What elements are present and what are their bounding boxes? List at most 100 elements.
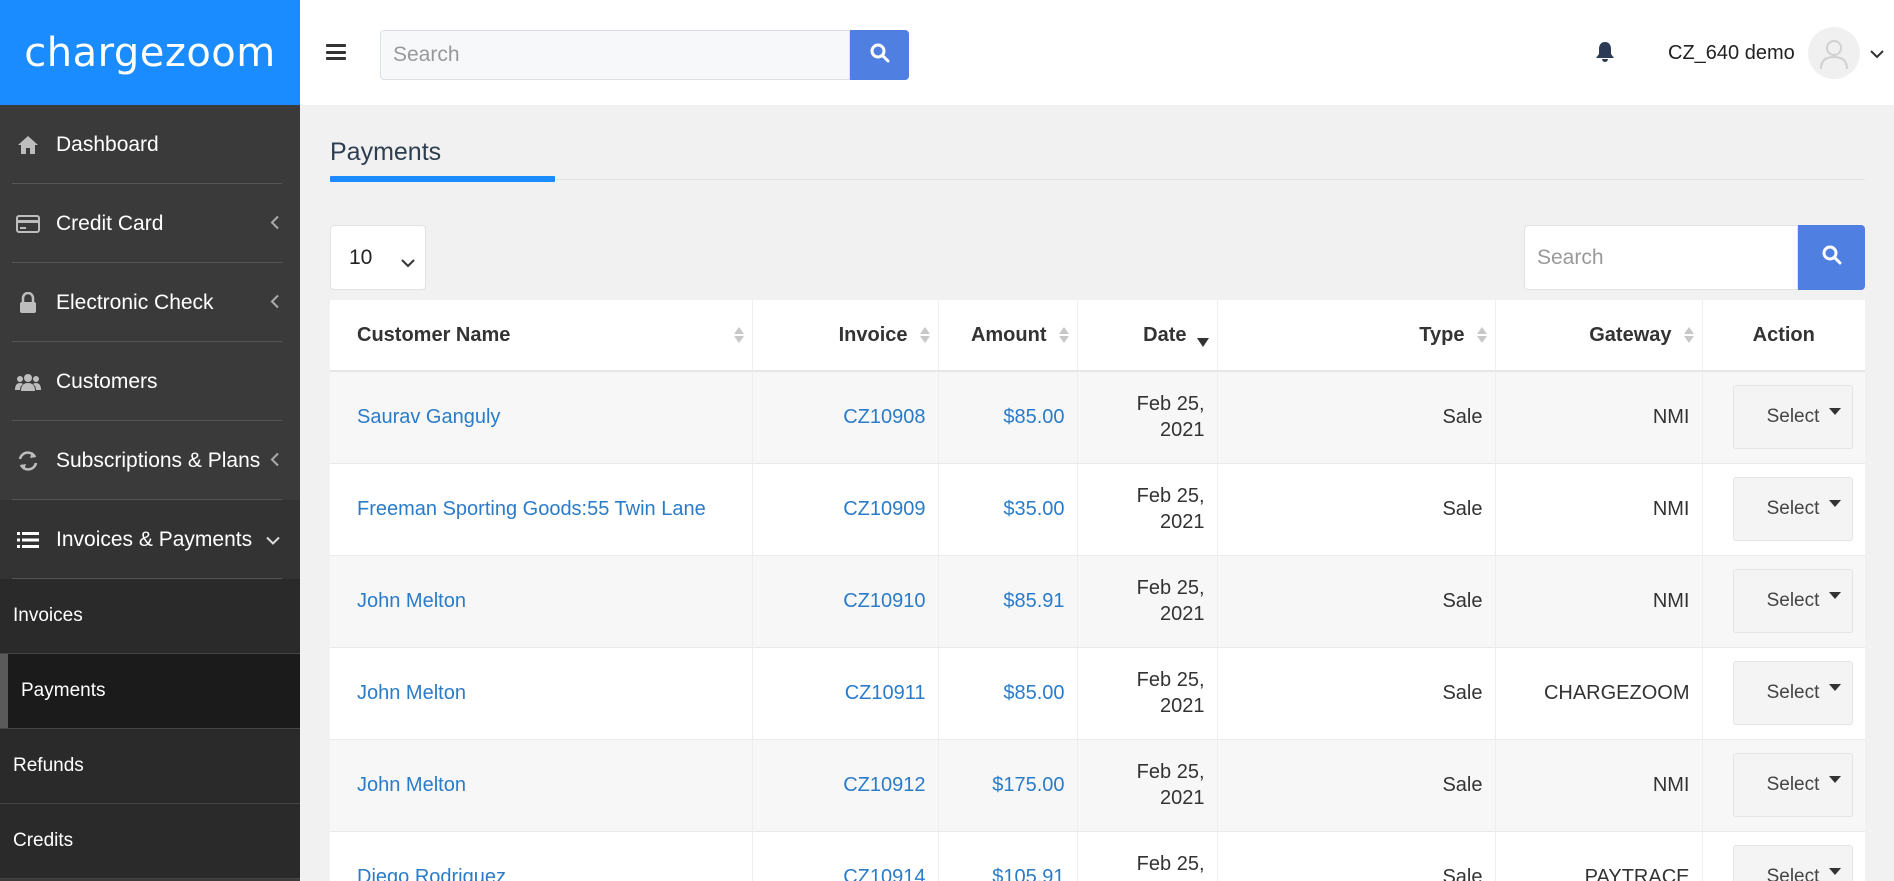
table-search-input[interactable]: [1524, 225, 1798, 290]
cell-customer: Freeman Sporting Goods:55 Twin Lane: [330, 462, 753, 555]
type-value: Sale: [1442, 681, 1483, 704]
cell-date: Feb 25, 2021: [1077, 738, 1218, 831]
type-value: Sale: [1442, 405, 1483, 428]
invoice-link[interactable]: CZ10910: [843, 590, 925, 612]
invoice-link[interactable]: CZ10912: [843, 774, 925, 796]
table-header-row: Customer Name Invoice Amount Date Type G…: [330, 300, 1865, 372]
hamburger-menu-icon[interactable]: [326, 44, 346, 60]
header-label: Invoice: [838, 323, 908, 346]
action-select-button[interactable]: Select: [1733, 569, 1853, 633]
payments-table: Customer Name Invoice Amount Date Type G…: [330, 300, 1865, 881]
sidebar-subitem-credits[interactable]: Credits: [0, 804, 300, 879]
global-search-button[interactable]: [850, 30, 909, 80]
header-label: Type: [1419, 323, 1465, 346]
credit-card-icon: [14, 213, 42, 235]
date-line-2: 2021: [1160, 511, 1205, 533]
customer-link[interactable]: John Melton: [357, 590, 466, 612]
invoice-link[interactable]: CZ10914: [843, 866, 925, 881]
action-select-button[interactable]: Select: [1733, 753, 1853, 817]
cell-gateway: PAYTRACE: [1495, 830, 1703, 881]
customer-link[interactable]: Saurav Ganguly: [357, 406, 500, 428]
date-line-1: Feb 25,: [1136, 393, 1205, 416]
sort-icon: [919, 327, 930, 343]
column-header-date[interactable]: Date: [1077, 300, 1218, 372]
lock-icon: [14, 291, 42, 314]
chevron-down-icon: [401, 250, 415, 274]
sidebar-item-invoices-payments[interactable]: Invoices & Payments: [0, 500, 300, 579]
bell-icon[interactable]: [1595, 41, 1615, 68]
date-line-2: 2021: [1160, 419, 1205, 442]
date-line-1: Feb 25,: [1136, 577, 1205, 599]
column-header-action: Action: [1702, 300, 1865, 372]
cell-amount: $175.00: [938, 738, 1078, 831]
date-line-1: Feb 25,: [1136, 669, 1205, 691]
sidebar-subitem-payments[interactable]: Payments: [0, 654, 300, 729]
logo-container[interactable]: chargezoom: [0, 0, 300, 105]
chevron-down-icon[interactable]: [1870, 46, 1884, 64]
action-select-button[interactable]: Select: [1733, 385, 1853, 450]
cell-amount: $85.91: [938, 554, 1078, 647]
amount-link[interactable]: $105.91: [992, 866, 1064, 881]
action-select-button[interactable]: Select: [1733, 845, 1853, 881]
cell-action: Select: [1702, 462, 1865, 555]
submenu-invoices-payments: Invoices Payments Refunds Credits: [0, 579, 300, 879]
caret-down-icon: [1829, 500, 1841, 507]
global-search-input[interactable]: [380, 30, 850, 80]
select-label: Select: [1766, 406, 1820, 428]
sidebar-subitem-refunds[interactable]: Refunds: [0, 729, 300, 804]
action-select-button[interactable]: Select: [1733, 477, 1853, 541]
customer-link[interactable]: Diego Rodriguez: [357, 866, 506, 881]
cell-gateway: CHARGEZOOM: [1495, 646, 1703, 739]
column-header-amount[interactable]: Amount: [938, 300, 1078, 372]
cell-date: Feb 25, 2021: [1077, 370, 1218, 463]
column-header-type[interactable]: Type: [1217, 300, 1496, 372]
cell-date: Feb 25, 2021: [1077, 646, 1218, 739]
amount-link[interactable]: $85.00: [1003, 682, 1064, 704]
date-line-2: 2021: [1160, 787, 1205, 809]
sidebar-item-customers[interactable]: Customers: [0, 342, 300, 421]
amount-link[interactable]: $35.00: [1003, 498, 1064, 520]
caret-down-icon: [1829, 684, 1841, 691]
header-label: Customer Name: [357, 323, 511, 346]
sidebar: chargezoom Dashboard Credit Card Electro…: [0, 0, 300, 881]
sidebar-item-electronic-check[interactable]: Electronic Check: [0, 263, 300, 342]
avatar[interactable]: [1808, 27, 1860, 79]
sort-icon: [1476, 327, 1487, 343]
date-line-1: Feb 25,: [1136, 853, 1205, 876]
invoice-link[interactable]: CZ10911: [845, 682, 926, 704]
search-icon: [1822, 245, 1842, 270]
amount-link[interactable]: $85.91: [1003, 590, 1064, 612]
type-value: Sale: [1442, 865, 1483, 881]
column-header-invoice[interactable]: Invoice: [752, 300, 939, 372]
table-row: Saurav Ganguly CZ10908 $85.00 Feb 25, 2021 Sa…: [330, 370, 1865, 463]
cell-gateway: NMI: [1495, 370, 1703, 463]
page-size-select[interactable]: 10: [330, 225, 426, 290]
cell-amount: $105.91: [938, 830, 1078, 881]
sidebar-item-dashboard[interactable]: Dashboard: [0, 105, 300, 184]
column-header-gateway[interactable]: Gateway: [1495, 300, 1703, 372]
username[interactable]: CZ_640 demo: [1668, 42, 1795, 65]
date-line-1: Feb 25,: [1136, 485, 1205, 507]
amount-link[interactable]: $175.00: [992, 774, 1064, 796]
sidebar-subitem-invoices[interactable]: Invoices: [0, 579, 300, 654]
customer-link[interactable]: John Melton: [357, 774, 466, 796]
header-label: Amount: [970, 323, 1047, 346]
column-header-customer[interactable]: Customer Name: [330, 300, 753, 372]
table-search-button[interactable]: [1798, 225, 1865, 290]
sort-icon: [1058, 327, 1069, 343]
sort-desc-icon: [1196, 338, 1209, 347]
customer-link[interactable]: Freeman Sporting Goods:55 Twin Lane: [357, 498, 706, 520]
cell-gateway: NMI: [1495, 462, 1703, 555]
cell-invoice: CZ10909: [752, 462, 939, 555]
customer-link[interactable]: John Melton: [357, 682, 466, 704]
invoice-link[interactable]: CZ10908: [843, 406, 925, 428]
page-title: Payments: [330, 138, 442, 166]
cell-gateway: NMI: [1495, 738, 1703, 831]
sidebar-item-credit-card[interactable]: Credit Card: [0, 184, 300, 263]
amount-link[interactable]: $85.00: [1003, 406, 1064, 428]
sidebar-item-subscriptions[interactable]: Subscriptions & Plans: [0, 421, 300, 500]
invoice-link[interactable]: CZ10909: [843, 498, 925, 520]
action-select-button[interactable]: Select: [1733, 661, 1853, 725]
cell-type: Sale: [1217, 370, 1496, 463]
select-label: Select: [1766, 498, 1820, 519]
